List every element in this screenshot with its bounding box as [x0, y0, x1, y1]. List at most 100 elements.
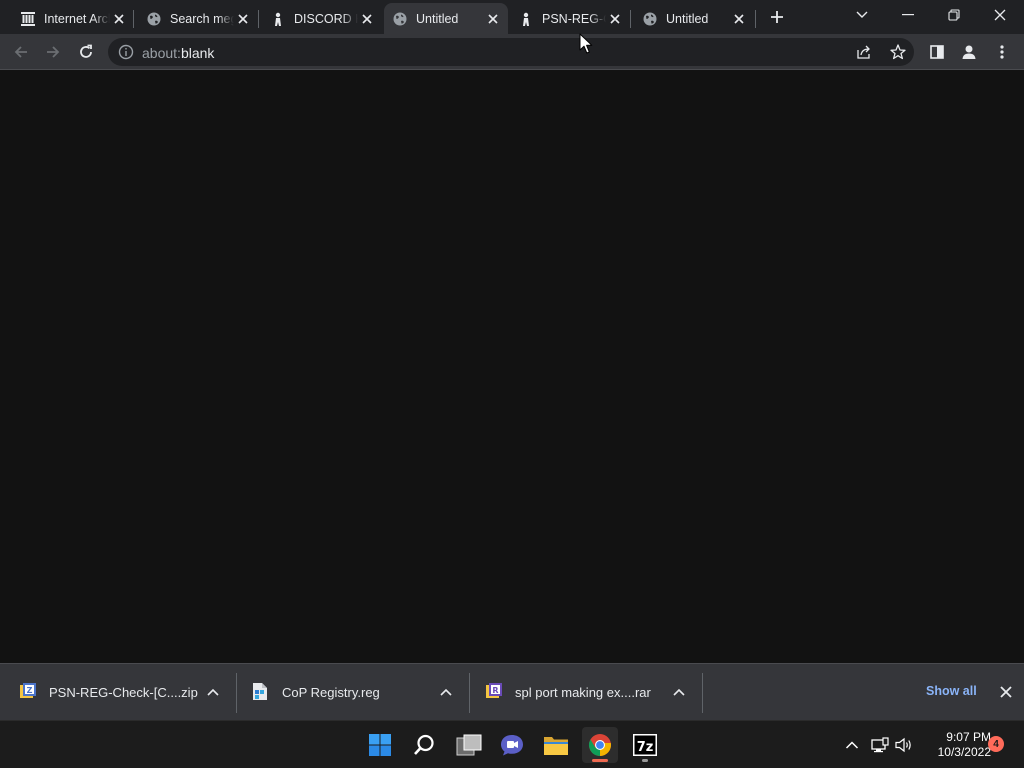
- volume-button[interactable]: [894, 735, 914, 755]
- reload-icon: [80, 44, 92, 58]
- tab-discord[interactable]: DISCORD H: [262, 3, 382, 34]
- url-path: blank: [180, 45, 215, 61]
- info-icon[interactable]: [118, 44, 134, 60]
- forward-button[interactable]: [40, 39, 66, 65]
- 7zip-taskbar-button[interactable]: 7z: [627, 727, 663, 763]
- chrome-icon: [589, 734, 611, 756]
- minimize-icon: [902, 14, 914, 16]
- shelf-separator: [469, 673, 470, 713]
- close-tab-icon[interactable]: [484, 10, 502, 28]
- url-text: about:blank: [142, 45, 214, 61]
- network-icon: [871, 737, 889, 753]
- tab-separator: [258, 10, 259, 28]
- taskbar-clock[interactable]: 9:07 PM 10/3/2022: [917, 730, 991, 760]
- tab-strip: Internet Archive Search mega DISCORD H U…: [0, 0, 1024, 34]
- arrow-left-icon: [14, 46, 27, 58]
- download-filename: spl port making ex....rar: [515, 685, 651, 700]
- chevron-up-icon[interactable]: [206, 685, 220, 699]
- close-icon: [994, 9, 1006, 21]
- show-hidden-icons-button[interactable]: [842, 735, 862, 755]
- clock-date: 10/3/2022: [937, 745, 991, 759]
- tab-search-mega[interactable]: Search mega: [138, 3, 258, 34]
- shelf-separator: [702, 673, 703, 713]
- rar-file-icon: R: [486, 683, 502, 700]
- side-panel-icon: [930, 45, 944, 59]
- file-explorer-button[interactable]: [538, 727, 574, 763]
- minimize-button[interactable]: [888, 2, 928, 28]
- folder-icon: [544, 737, 568, 755]
- shelf-separator: [236, 673, 237, 713]
- chevron-down-icon: [856, 11, 868, 18]
- tab-title: PSN-REG-C: [542, 11, 606, 26]
- tab-untitled[interactable]: Untitled: [634, 3, 754, 34]
- zip-file-icon: Z: [20, 683, 36, 700]
- tab-title: Search mega: [170, 11, 234, 26]
- chevron-up-icon: [845, 741, 859, 749]
- tab-search-button[interactable]: [842, 2, 882, 28]
- reload-button[interactable]: [73, 39, 99, 65]
- download-item[interactable]: R spl port making ex....rar: [486, 664, 698, 720]
- menu-button[interactable]: [989, 39, 1015, 65]
- download-item[interactable]: CoP Registry.reg: [253, 664, 465, 720]
- url-scheme: about:: [142, 45, 181, 61]
- tab-psn-reg[interactable]: PSN-REG-C: [510, 3, 630, 34]
- download-filename: CoP Registry.reg: [282, 685, 380, 700]
- running-app-indicator: [642, 759, 648, 762]
- active-app-indicator: [592, 759, 608, 762]
- tab-title: Internet Archive: [44, 11, 110, 26]
- task-view-button[interactable]: [451, 727, 487, 763]
- windows-logo-icon: [369, 734, 391, 756]
- tab-title: Untitled: [416, 11, 459, 26]
- chevron-up-icon[interactable]: [439, 685, 453, 699]
- notification-count-badge[interactable]: 4: [988, 736, 1004, 752]
- profile-button[interactable]: [956, 39, 982, 65]
- download-shelf: Z PSN-REG-Check-[C....zip CoP Registry.r…: [0, 663, 1024, 720]
- start-button[interactable]: [362, 727, 398, 763]
- close-tab-icon[interactable]: [358, 10, 376, 28]
- windows-taskbar: 7z 9:07 PM 10/3/2022: [0, 720, 1024, 768]
- chrome-taskbar-button[interactable]: [582, 727, 618, 763]
- 7zip-icon: 7z: [633, 734, 657, 756]
- task-view-icon: [456, 734, 482, 756]
- clock-time: 9:07 PM: [946, 730, 991, 744]
- page-content[interactable]: [0, 70, 1024, 663]
- close-window-button[interactable]: [980, 2, 1020, 28]
- chevron-up-icon[interactable]: [672, 685, 686, 699]
- mouse-cursor-icon: [579, 33, 593, 54]
- svg-text:Z: Z: [27, 686, 33, 695]
- chat-icon: [501, 735, 523, 756]
- network-status-button[interactable]: [870, 735, 890, 755]
- close-tab-icon[interactable]: [110, 10, 128, 28]
- person-icon: [270, 11, 286, 27]
- kebab-menu-icon: [1000, 45, 1004, 59]
- download-item[interactable]: Z PSN-REG-Check-[C....zip: [20, 664, 232, 720]
- svg-text:R: R: [492, 686, 498, 695]
- search-button[interactable]: [406, 727, 442, 763]
- close-tab-icon[interactable]: [730, 10, 748, 28]
- person-icon: [518, 11, 534, 27]
- close-tab-icon[interactable]: [234, 10, 252, 28]
- restore-icon: [948, 9, 960, 21]
- download-filename: PSN-REG-Check-[C....zip: [49, 685, 198, 700]
- tab-title: Untitled: [666, 11, 709, 26]
- bookmark-star-icon[interactable]: [889, 43, 907, 61]
- globe-icon: [146, 11, 162, 27]
- back-button[interactable]: [8, 39, 34, 65]
- tab-title: DISCORD H: [294, 11, 358, 26]
- svg-text:7z: 7z: [637, 740, 654, 755]
- tab-internet-archive[interactable]: Internet Archive: [12, 3, 134, 34]
- side-panel-button[interactable]: [924, 39, 950, 65]
- tab-separator: [755, 10, 756, 28]
- address-bar[interactable]: about:blank: [108, 38, 914, 66]
- close-shelf-icon[interactable]: [998, 684, 1014, 700]
- registry-file-icon: [253, 683, 269, 700]
- share-icon[interactable]: [856, 44, 872, 60]
- globe-icon: [392, 11, 408, 27]
- teams-chat-button[interactable]: [494, 727, 530, 763]
- tab-separator: [630, 10, 631, 28]
- new-tab-button[interactable]: [766, 6, 788, 28]
- tab-untitled-active[interactable]: Untitled: [384, 3, 508, 34]
- restore-button[interactable]: [934, 2, 974, 28]
- close-tab-icon[interactable]: [606, 10, 624, 28]
- show-all-downloads-link[interactable]: Show all: [926, 684, 977, 698]
